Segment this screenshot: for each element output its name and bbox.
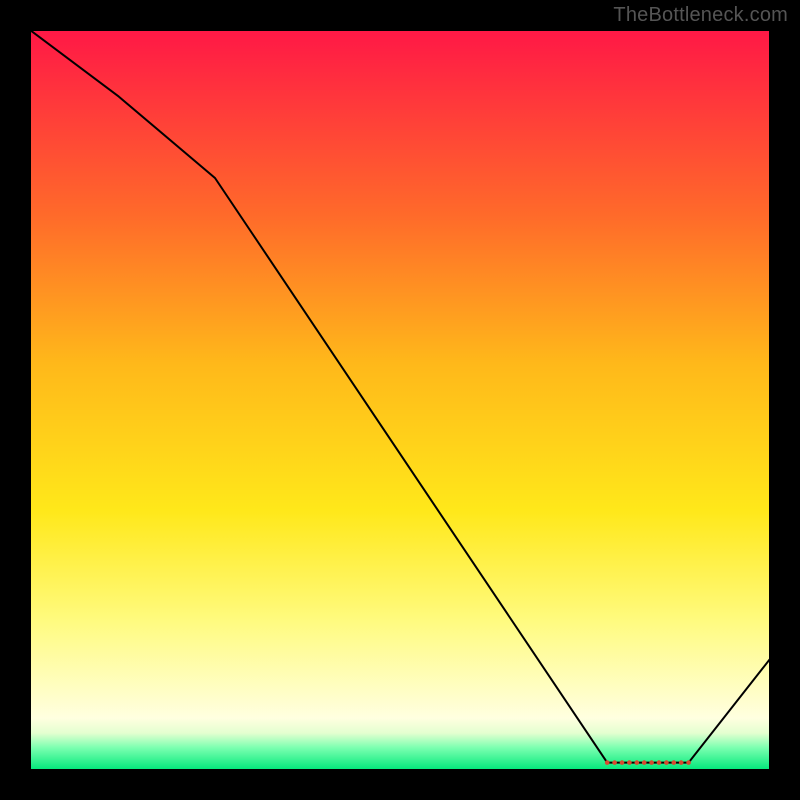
watermark-text: TheBottleneck.com — [613, 4, 788, 27]
chart-frame: TheBottleneck.com — [0, 0, 800, 800]
plot-border — [30, 30, 770, 770]
plot-area — [30, 30, 770, 770]
